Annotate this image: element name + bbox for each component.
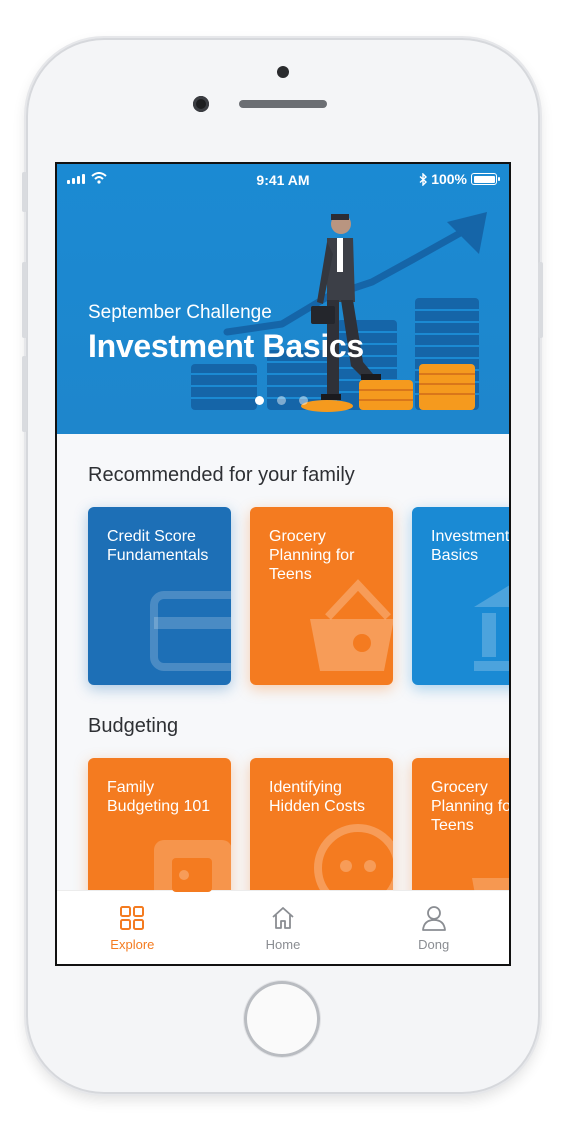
bluetooth-icon [419,172,428,186]
card-grocery-planning[interactable]: Grocery Planning for Teens [250,507,393,685]
front-camera [193,96,209,112]
mute-switch [22,172,27,212]
tab-label: Explore [110,937,155,952]
bank-icon [474,585,509,671]
recommended-cards-row[interactable]: Credit Score Fundamentals Grocery Planni… [88,507,509,685]
card-credit-score[interactable]: Credit Score Fundamentals [88,507,231,685]
shopping-basket-icon [310,579,393,671]
status-bar: 9:41 AM 100% [57,164,509,194]
section-title-budgeting: Budgeting [88,715,179,737]
face-icon [314,824,393,912]
carousel-dot[interactable] [255,396,264,405]
card-title: Identifying Hidden Costs [269,779,366,815]
carousel-dot[interactable] [299,396,308,405]
card-title: Grocery Planning for Teens [431,779,509,834]
wallet-icon [154,840,231,912]
volume-down-button [22,356,27,432]
app-screen: 9:41 AM 100% September Challenge Investm… [55,162,511,966]
person-icon [421,906,446,931]
carousel-dots[interactable] [255,396,308,405]
proximity-sensor [277,66,289,78]
card-title: Credit Score Fundamentals [107,528,209,564]
home-button[interactable] [244,981,320,1057]
tab-bar: Explore Home Dong [57,890,509,964]
battery-icon [471,173,500,185]
hero-title: Investment Basics [88,328,364,364]
card-title: Family Budgeting 101 [107,779,211,815]
hero-subtitle: September Challenge [88,302,272,323]
carousel-dot[interactable] [277,396,286,405]
earpiece-speaker [239,100,327,108]
tab-label: Dong [418,937,450,952]
card-title: Grocery Planning for Teens [269,528,355,583]
hero-banner[interactable]: 9:41 AM 100% September Challenge Investm… [57,164,509,434]
grid-icon [120,906,145,930]
card-title: Investment Basics [431,528,509,564]
volume-up-button [22,262,27,338]
section-title-recommended: Recommended for your family [88,464,355,486]
card-investment-basics[interactable]: Investment Basics [412,507,509,685]
power-button [538,262,543,338]
shopping-basket-icon [472,878,509,932]
tab-label: Home [265,937,301,952]
home-icon [272,907,294,929]
credit-card-icon [150,591,231,671]
battery-percent: 100% [431,171,467,187]
